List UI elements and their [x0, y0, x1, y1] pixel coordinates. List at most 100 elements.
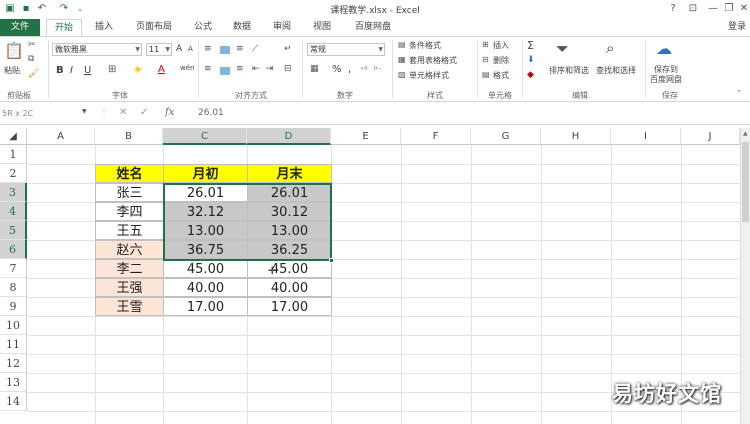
column-header-i[interactable]: I [611, 128, 681, 145]
font-size-combo[interactable]: 11 ▼ [146, 43, 172, 56]
font-name-combo[interactable]: 微软雅黑 ▼ [52, 43, 142, 56]
row-header-9[interactable]: 9 [0, 297, 27, 316]
formula-input[interactable]: 26.01 [198, 108, 224, 118]
select-all-corner[interactable]: ◢ [0, 128, 27, 145]
table-cell-start[interactable]: 40.00 [163, 278, 248, 297]
comma-style-button[interactable]: , [348, 64, 351, 75]
column-header-g[interactable]: G [471, 128, 541, 145]
sort-filter-button[interactable]: 排序和筛选 [549, 65, 589, 76]
name-box[interactable]: 5R x 2C [2, 107, 90, 121]
table-cell-end[interactable]: 45.00 [247, 259, 332, 278]
column-header-c[interactable]: C [163, 128, 247, 145]
insert-function-button[interactable]: fx [165, 107, 174, 118]
align-bottom-icon[interactable]: ≡ [236, 44, 244, 54]
enter-button[interactable]: ✓ [140, 107, 148, 118]
fill-color-icon[interactable]: ◈ [134, 64, 142, 75]
number-format-combo[interactable]: 常规 ▼ [307, 43, 385, 56]
table-cell-end[interactable]: 17.00 [247, 297, 332, 316]
help-button[interactable]: ? [664, 1, 682, 17]
shrink-font-button[interactable]: A [188, 45, 193, 53]
format-cells-button[interactable]: 格式 [493, 70, 509, 81]
row-header-13[interactable]: 13 [0, 373, 27, 392]
cancel-button[interactable]: ✕ [119, 107, 127, 118]
table-cell-name[interactable]: 李四 [95, 202, 164, 221]
wrap-text-icon[interactable]: ↵ [284, 44, 292, 54]
phonetic-guide-button[interactable]: wén [180, 64, 194, 72]
tab-review[interactable]: 审阅 [266, 19, 298, 36]
table-cell-name[interactable]: 张三 [95, 183, 164, 202]
close-button[interactable]: ✕ [735, 1, 750, 17]
insert-cells-button[interactable]: 插入 [493, 40, 509, 51]
format-as-table-button[interactable]: 套用表格格式 [409, 55, 457, 66]
table-cell-name[interactable]: 王强 [95, 278, 164, 297]
collapse-ribbon-icon[interactable]: ⌃ [736, 89, 742, 97]
find-select-button[interactable]: 查找和选择 [596, 65, 636, 76]
row-header-6[interactable]: 6 [0, 240, 27, 259]
borders-icon[interactable]: ⊞ [108, 64, 116, 75]
tab-page-layout[interactable]: 页面布局 [128, 19, 180, 36]
percent-style-button[interactable]: % [332, 64, 342, 75]
row-header-7[interactable]: 7 [0, 259, 27, 278]
save-to-line2[interactable]: 百度网盘 [650, 74, 682, 85]
delete-cells-button[interactable]: 删除 [493, 55, 509, 66]
increase-indent-icon[interactable]: ⇥ [266, 64, 274, 74]
table-cell-end[interactable]: 40.00 [247, 278, 332, 297]
fill-handle[interactable] [329, 258, 334, 263]
clear-icon[interactable]: ◆ [527, 70, 534, 80]
italic-button[interactable]: I [70, 65, 73, 76]
ribbon-display-options-button[interactable]: ⊡ [684, 1, 702, 17]
column-header-h[interactable]: H [541, 128, 611, 145]
align-top-icon[interactable]: ≡ [204, 44, 212, 54]
paste-button[interactable]: 粘贴 [4, 65, 20, 76]
accounting-format-icon[interactable]: ▦ [310, 64, 319, 74]
table-cell-name[interactable]: 王五 [95, 221, 164, 240]
copy-icon[interactable]: ⧉ [28, 54, 34, 64]
decrease-decimal-icon[interactable]: ⁰⁻ [374, 65, 381, 74]
align-center-icon[interactable] [220, 67, 230, 75]
column-header-j[interactable]: J [681, 128, 740, 145]
cut-icon[interactable]: ✂ [28, 40, 36, 50]
merge-center-icon[interactable]: ⊟ [284, 64, 292, 74]
header-cell-name[interactable]: 姓名 [95, 164, 164, 183]
column-header-d[interactable]: D [247, 128, 331, 145]
align-middle-icon[interactable] [220, 46, 230, 54]
scroll-up-icon[interactable]: ▲ [743, 130, 748, 137]
increase-decimal-icon[interactable]: ⁺⁰ [360, 65, 367, 74]
underline-button[interactable]: U [84, 65, 91, 76]
orientation-icon[interactable]: ⟋ [252, 44, 258, 54]
font-color-button[interactable]: A [158, 64, 165, 75]
row-header-2[interactable]: 2 [0, 164, 27, 183]
table-cell-start[interactable]: 45.00 [163, 259, 248, 278]
header-cell-end[interactable]: 月末 [247, 164, 332, 183]
chevron-down-icon[interactable]: ▼ [82, 108, 87, 115]
align-left-icon[interactable]: ≡ [204, 64, 212, 74]
align-right-icon[interactable]: ≡ [236, 64, 244, 74]
cell-styles-button[interactable]: 单元格样式 [409, 70, 449, 81]
row-header-8[interactable]: 8 [0, 278, 27, 297]
format-painter-icon[interactable]: 🖌 [28, 69, 39, 79]
row-header-3[interactable]: 3 [0, 183, 27, 202]
header-cell-start[interactable]: 月初 [163, 164, 248, 183]
tab-data[interactable]: 数据 [226, 19, 258, 36]
column-header-e[interactable]: E [331, 128, 401, 145]
row-header-14[interactable]: 14 [0, 392, 27, 411]
tab-formulas[interactable]: 公式 [187, 19, 219, 36]
tab-baidu-netdisk[interactable]: 百度网盘 [347, 19, 399, 36]
row-header-11[interactable]: 11 [0, 335, 27, 354]
table-cell-name[interactable]: 李二 [95, 259, 164, 278]
table-cell-name[interactable]: 王雪 [95, 297, 164, 316]
tab-insert[interactable]: 插入 [88, 19, 120, 36]
scrollbar-thumb[interactable] [742, 142, 749, 222]
grow-font-button[interactable]: A [176, 44, 182, 54]
tab-view[interactable]: 视图 [306, 19, 338, 36]
paste-icon[interactable]: 📋 [4, 41, 24, 60]
row-header-1[interactable]: 1 [0, 145, 27, 164]
row-header-4[interactable]: 4 [0, 202, 27, 221]
autosum-button[interactable]: Σ [527, 39, 534, 52]
column-header-f[interactable]: F [401, 128, 471, 145]
vertical-scrollbar[interactable]: ▲ [740, 128, 750, 424]
bold-button[interactable]: B [56, 65, 64, 76]
decrease-indent-icon[interactable]: ⇤ [252, 64, 260, 74]
column-header-b[interactable]: B [95, 128, 163, 145]
tab-home[interactable]: 开始 [46, 19, 82, 36]
